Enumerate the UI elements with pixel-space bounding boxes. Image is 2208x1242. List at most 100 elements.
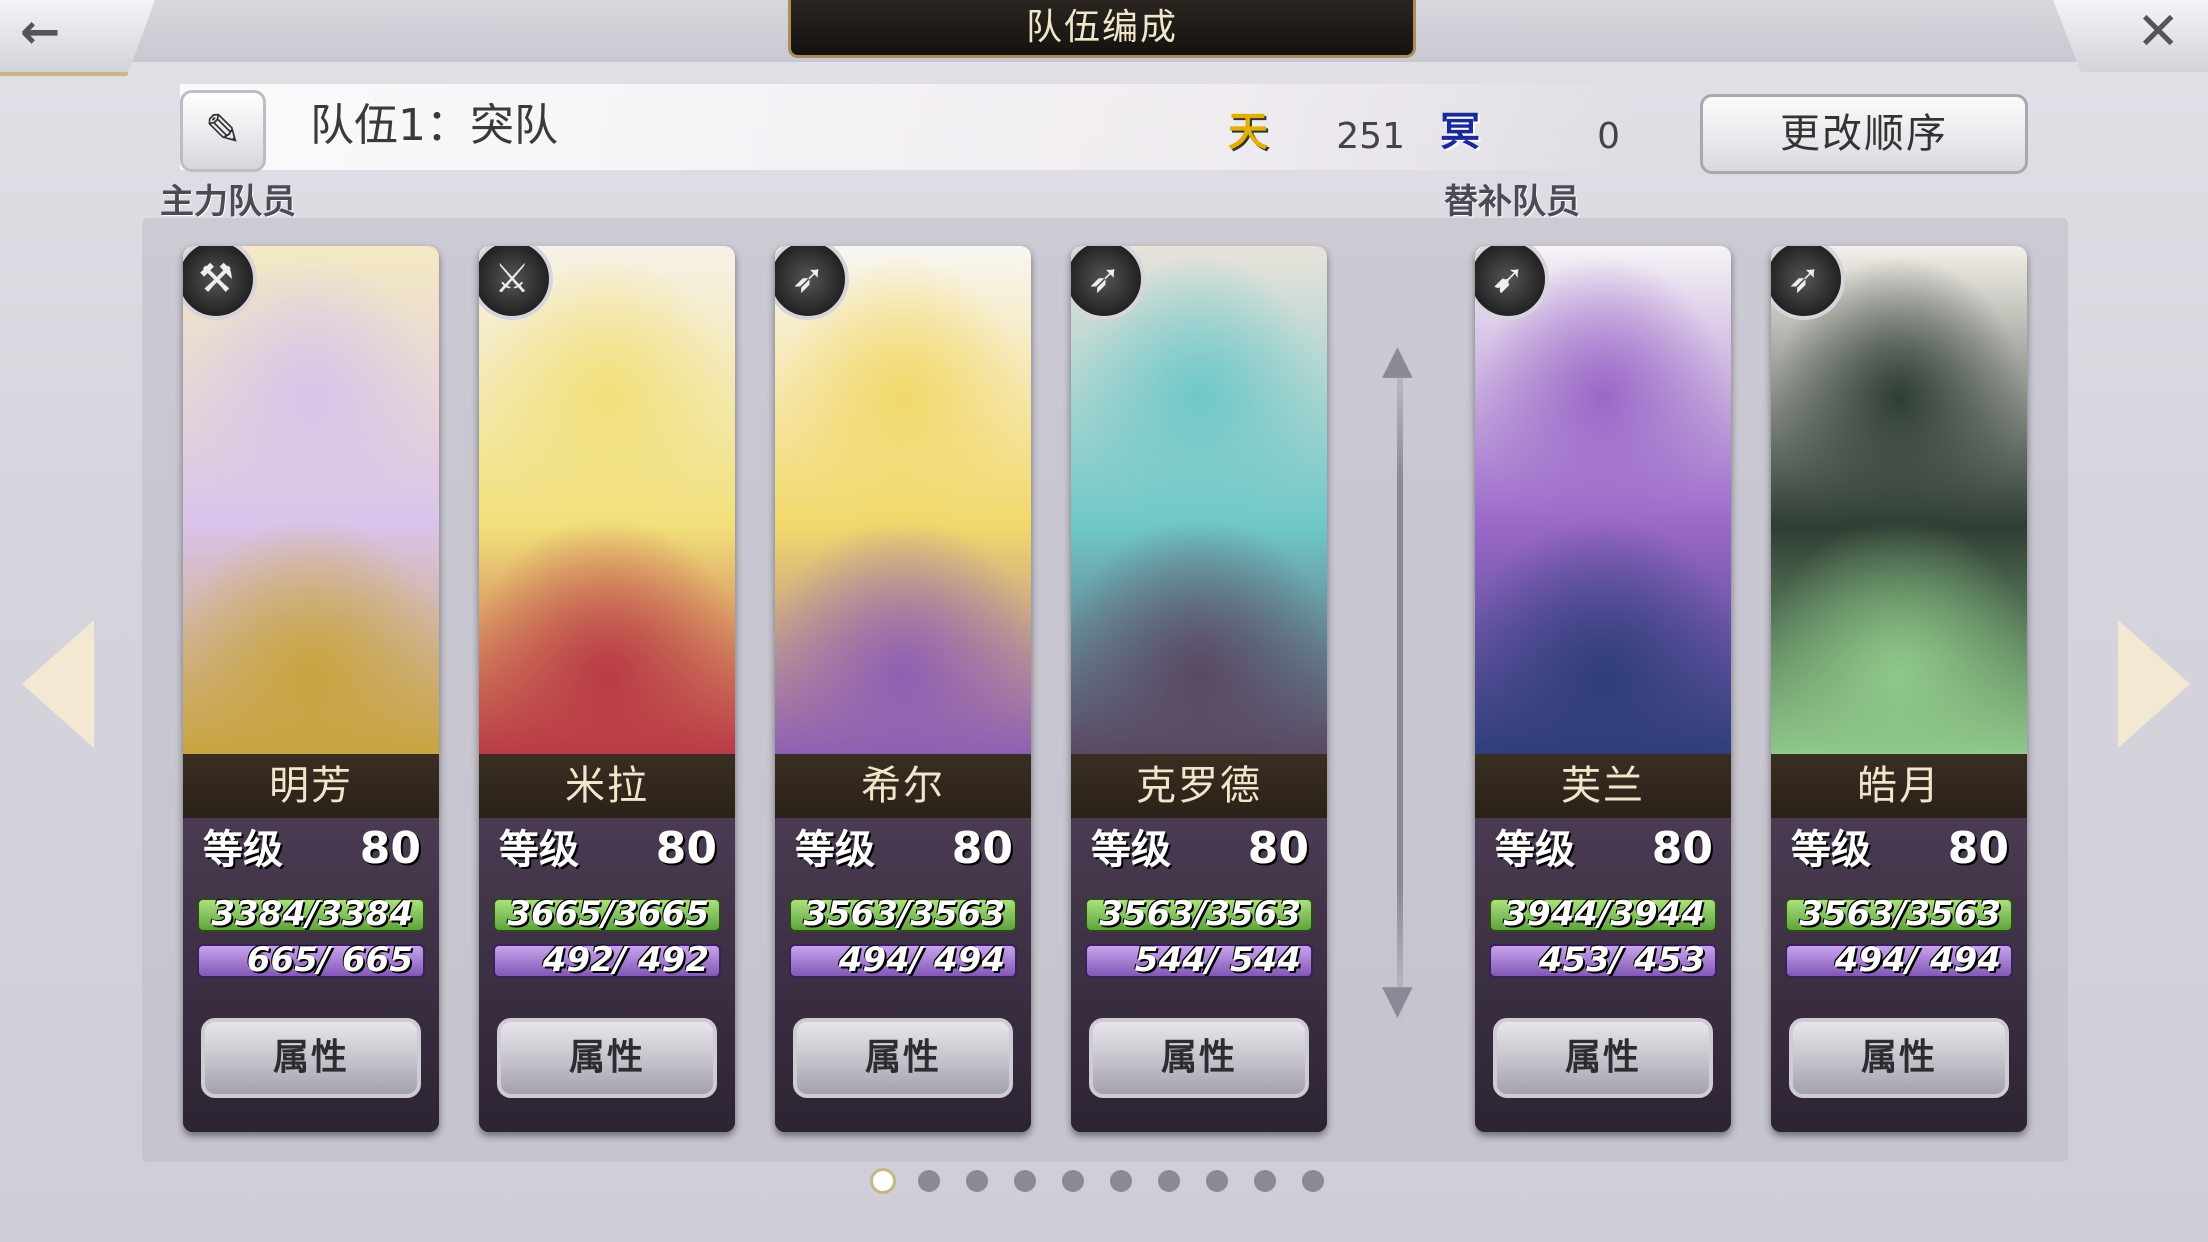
character-name: 克罗德: [1136, 763, 1262, 809]
character-name-bar: 芙兰: [1475, 754, 1731, 818]
character-name-bar: 皓月: [1771, 754, 2027, 818]
character-stats: 等级 80 3665/3665 492/ 492 属性: [479, 818, 735, 1132]
attributes-button[interactable]: 属性: [201, 1018, 421, 1098]
level-label: 等级: [795, 827, 875, 873]
pen-icon: ✎: [204, 105, 242, 156]
character-stats: 等级 80 3563/3563 494/ 494 属性: [775, 818, 1031, 1132]
hp-bar: 3563/3563: [1085, 894, 1313, 934]
page-dot[interactable]: [1206, 1170, 1228, 1192]
character-card[interactable]: ➶ 皓月 等级 80 3563/3563 494/ 494 属性: [1771, 246, 2027, 1132]
character-name-bar: 希尔: [775, 754, 1031, 818]
back-button[interactable]: ←: [0, 0, 155, 76]
character-name-bar: 明芳: [183, 754, 439, 818]
mp-value: 494/ 494: [1834, 940, 2001, 980]
change-order-label: 更改顺序: [1780, 111, 1948, 157]
level-value: 80: [1651, 823, 1713, 874]
page-dot[interactable]: [1158, 1170, 1180, 1192]
page-dot[interactable]: [1302, 1170, 1324, 1192]
mp-bar: 665/ 665: [197, 940, 425, 980]
character-name: 芙兰: [1561, 763, 1645, 809]
character-card[interactable]: ➶ 克罗德 等级 80 3563/3563 544/ 544 属性: [1071, 246, 1327, 1132]
hp-bar: 3944/3944: [1489, 894, 1717, 934]
change-order-button[interactable]: 更改顺序: [1700, 94, 2028, 174]
sky-element-value: 251: [1336, 116, 1405, 157]
mp-value: 453/ 453: [1538, 940, 1705, 980]
character-portrait[interactable]: [1071, 246, 1327, 754]
page-dot[interactable]: [1254, 1170, 1276, 1192]
prev-team-arrow-icon[interactable]: [22, 620, 94, 748]
character-name: 明芳: [269, 763, 353, 809]
level-label: 等级: [1495, 827, 1575, 873]
title-plate: 队伍编成: [788, 0, 1416, 58]
character-name-bar: 克罗德: [1071, 754, 1327, 818]
divider-top-ornament: ▲: [1382, 337, 1413, 383]
page-title: 队伍编成: [1025, 7, 1178, 48]
attributes-button[interactable]: 属性: [497, 1018, 717, 1098]
mp-bar: 494/ 494: [789, 940, 1017, 980]
attributes-label: 属性: [272, 1037, 349, 1078]
level-value: 80: [359, 823, 421, 874]
character-portrait[interactable]: [183, 246, 439, 754]
character-portrait[interactable]: [479, 246, 735, 754]
next-team-arrow-icon[interactable]: [2118, 620, 2190, 748]
divider-bottom-ornament: ▼: [1382, 977, 1413, 1023]
attributes-button[interactable]: 属性: [793, 1018, 1013, 1098]
page-dot[interactable]: [1110, 1170, 1132, 1192]
page-dot[interactable]: [1014, 1170, 1036, 1192]
character-name: 米拉: [565, 763, 649, 809]
page-dot[interactable]: [966, 1170, 988, 1192]
character-portrait[interactable]: [1475, 246, 1731, 754]
team-name: 队伍1：突队: [310, 100, 558, 151]
hp-bar: 3384/3384: [197, 894, 425, 934]
hp-value: 3944/3944: [1503, 894, 1705, 934]
character-card[interactable]: ⚒ 明芳 等级 80 3384/3384 665/ 665 属性: [183, 246, 439, 1132]
character-name: 希尔: [861, 763, 945, 809]
hp-value: 3384/3384: [211, 894, 413, 934]
mp-value: 665/ 665: [246, 940, 413, 980]
page-dot[interactable]: [1062, 1170, 1084, 1192]
character-card[interactable]: ➶ 希尔 等级 80 3563/3563 494/ 494 属性: [775, 246, 1031, 1132]
mp-bar: 492/ 492: [493, 940, 721, 980]
hp-value: 3563/3563: [1799, 894, 2001, 934]
mp-value: 492/ 492: [542, 940, 709, 980]
attributes-button[interactable]: 属性: [1789, 1018, 2009, 1098]
character-portrait[interactable]: [775, 246, 1031, 754]
hp-value: 3563/3563: [1099, 894, 1301, 934]
mp-bar: 544/ 544: [1085, 940, 1313, 980]
level-label: 等级: [1091, 827, 1171, 873]
level-value: 80: [951, 823, 1013, 874]
attributes-label: 属性: [568, 1037, 645, 1078]
close-icon: ✕: [2136, 2, 2180, 62]
attributes-label: 属性: [1860, 1037, 1937, 1078]
attributes-button[interactable]: 属性: [1493, 1018, 1713, 1098]
level-label: 等级: [203, 827, 283, 873]
level-value: 80: [655, 823, 717, 874]
mp-value: 544/ 544: [1134, 940, 1301, 980]
hp-bar: 3665/3665: [493, 894, 721, 934]
hp-bar: 3563/3563: [789, 894, 1017, 934]
page-dot[interactable]: [870, 1168, 896, 1194]
attributes-button[interactable]: 属性: [1089, 1018, 1309, 1098]
hp-bar: 3563/3563: [1785, 894, 2013, 934]
attributes-label: 属性: [1160, 1037, 1237, 1078]
character-stats: 等级 80 3563/3563 544/ 544 属性: [1071, 818, 1327, 1132]
edit-team-name-button[interactable]: ✎: [180, 90, 266, 172]
character-portrait[interactable]: [1771, 246, 2027, 754]
main-sub-divider: [1397, 345, 1403, 1025]
level-value: 80: [1247, 823, 1309, 874]
character-stats: 等级 80 3384/3384 665/ 665 属性: [183, 818, 439, 1132]
back-arrow-icon: ←: [20, 4, 61, 60]
mp-bar: 494/ 494: [1785, 940, 2013, 980]
level-label: 等级: [499, 827, 579, 873]
character-card[interactable]: ⚔ 米拉 等级 80 3665/3665 492/ 492 属性: [479, 246, 735, 1132]
level-label: 等级: [1791, 827, 1871, 873]
level-value: 80: [1947, 823, 2009, 874]
dark-element-value: 0: [1597, 116, 1620, 157]
attributes-label: 属性: [864, 1037, 941, 1078]
hp-value: 3665/3665: [507, 894, 709, 934]
character-card[interactable]: ➹ 芙兰 等级 80 3944/3944 453/ 453 属性: [1475, 246, 1731, 1132]
attributes-label: 属性: [1564, 1037, 1641, 1078]
dark-element-icon: 冥: [1440, 109, 1480, 155]
page-dot[interactable]: [918, 1170, 940, 1192]
character-stats: 等级 80 3944/3944 453/ 453 属性: [1475, 818, 1731, 1132]
